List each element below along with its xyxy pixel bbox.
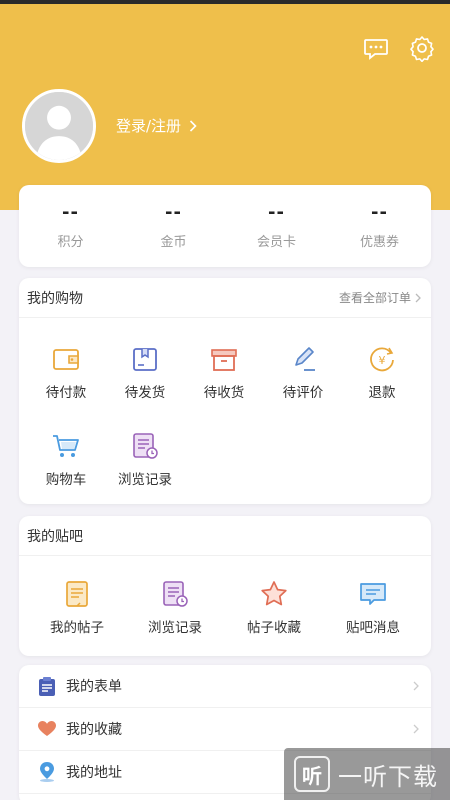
my-posts-button[interactable]: 我的帖子 — [36, 579, 118, 636]
shopping-header: 我的购物 查看全部订单 — [19, 278, 431, 318]
chevron-right-icon — [189, 119, 197, 132]
receive-box-icon — [211, 349, 237, 371]
grid-label: 退款 — [368, 385, 396, 401]
stat-value: -- — [165, 201, 182, 223]
pen-icon — [295, 347, 315, 371]
stats-card: -- 积分 -- 金币 -- 会员卡 -- 优惠券 — [19, 185, 431, 267]
watermark: 听 一听下载 — [284, 748, 450, 800]
profile-header: 登录/注册 — [0, 0, 450, 210]
grid-label: 待评价 — [282, 385, 324, 401]
watermark-text: 一听下载 — [338, 762, 438, 791]
view-all-orders-link[interactable]: 查看全部订单 — [339, 289, 421, 306]
stat-membership-card[interactable]: -- 会员卡 — [225, 185, 328, 267]
browse-history-button[interactable]: 浏览记录 — [104, 431, 186, 488]
post-favorites-button[interactable]: 帖子收藏 — [233, 579, 315, 636]
heart-icon — [37, 719, 57, 739]
chevron-right-icon — [413, 681, 419, 691]
stat-label: 积分 — [57, 234, 84, 250]
refund-icon: ¥ — [370, 347, 394, 372]
tieba-card: 我的贴吧 我的帖子 浏览记录 帖子收藏 贴吧消息 — [19, 516, 431, 656]
stat-label: 会员卡 — [256, 234, 296, 250]
tieba-title: 我的贴吧 — [27, 528, 83, 545]
default-avatar-icon — [25, 92, 93, 160]
stat-value: -- — [371, 201, 388, 223]
stat-points[interactable]: -- 积分 — [19, 185, 122, 267]
stat-label: 金币 — [160, 234, 187, 250]
menu-item-label: 我的收藏 — [66, 722, 122, 738]
pending-receipt-button[interactable]: 待收货 — [183, 344, 265, 401]
grid-label: 待付款 — [45, 385, 87, 401]
grid-label: 我的帖子 — [50, 620, 104, 636]
pending-payment-button[interactable]: 待付款 — [25, 344, 107, 401]
grid-label: 浏览记录 — [118, 472, 172, 488]
history-icon — [133, 433, 158, 459]
clipboard-icon — [37, 676, 57, 696]
location-icon — [37, 762, 57, 782]
pending-shipment-button[interactable]: 待发货 — [104, 344, 186, 401]
svg-text:¥: ¥ — [379, 354, 386, 367]
login-label: 登录/注册 — [116, 117, 182, 135]
tieba-header: 我的贴吧 — [19, 516, 431, 556]
shopping-card: 我的购物 查看全部订单 待付款 待发货 待收货 待评价 ¥ 退款 购物车 浏览记… — [19, 278, 431, 504]
tieba-history-button[interactable]: 浏览记录 — [134, 579, 216, 636]
message-icon — [360, 583, 386, 605]
post-icon — [66, 581, 88, 607]
cart-icon — [53, 435, 79, 457]
settings-icon[interactable] — [408, 34, 436, 63]
cart-button[interactable]: 购物车 — [25, 431, 107, 488]
watermark-logo: 听 — [294, 756, 330, 792]
view-all-orders-label: 查看全部订单 — [338, 291, 411, 305]
tieba-grid: 我的帖子 浏览记录 帖子收藏 贴吧消息 — [19, 556, 431, 656]
grid-label: 浏览记录 — [148, 620, 202, 636]
shopping-title: 我的购物 — [27, 290, 83, 307]
menu-item-my-favorites[interactable]: 我的收藏 — [19, 708, 431, 751]
grid-label: 帖子收藏 — [247, 620, 301, 636]
status-bar — [0, 0, 450, 4]
refund-button[interactable]: ¥ 退款 — [341, 344, 423, 401]
message-icon[interactable] — [362, 34, 390, 62]
stat-label: 优惠券 — [359, 234, 399, 250]
grid-label: 待发货 — [124, 385, 166, 401]
wallet-icon — [53, 349, 79, 370]
avatar[interactable] — [22, 89, 96, 163]
stat-coins[interactable]: -- 金币 — [122, 185, 225, 267]
menu-item-my-forms[interactable]: 我的表单 — [19, 665, 431, 708]
tieba-messages-button[interactable]: 贴吧消息 — [332, 579, 414, 636]
login-register-link[interactable]: 登录/注册 — [116, 115, 197, 136]
star-icon — [261, 581, 287, 606]
stat-coupons[interactable]: -- 优惠券 — [328, 185, 431, 267]
chevron-right-icon — [415, 293, 421, 302]
grid-label: 待收货 — [203, 385, 245, 401]
grid-label: 购物车 — [45, 472, 87, 488]
package-icon — [133, 348, 157, 371]
shopping-grid: 待付款 待发货 待收货 待评价 ¥ 退款 购物车 浏览记录 — [19, 318, 431, 504]
history-icon — [163, 581, 188, 607]
stat-value: -- — [268, 201, 285, 223]
grid-label: 贴吧消息 — [346, 620, 400, 636]
menu-item-label: 我的表单 — [66, 679, 122, 695]
stat-value: -- — [62, 201, 79, 223]
chevron-right-icon — [413, 724, 419, 734]
pending-review-button[interactable]: 待评价 — [262, 344, 344, 401]
